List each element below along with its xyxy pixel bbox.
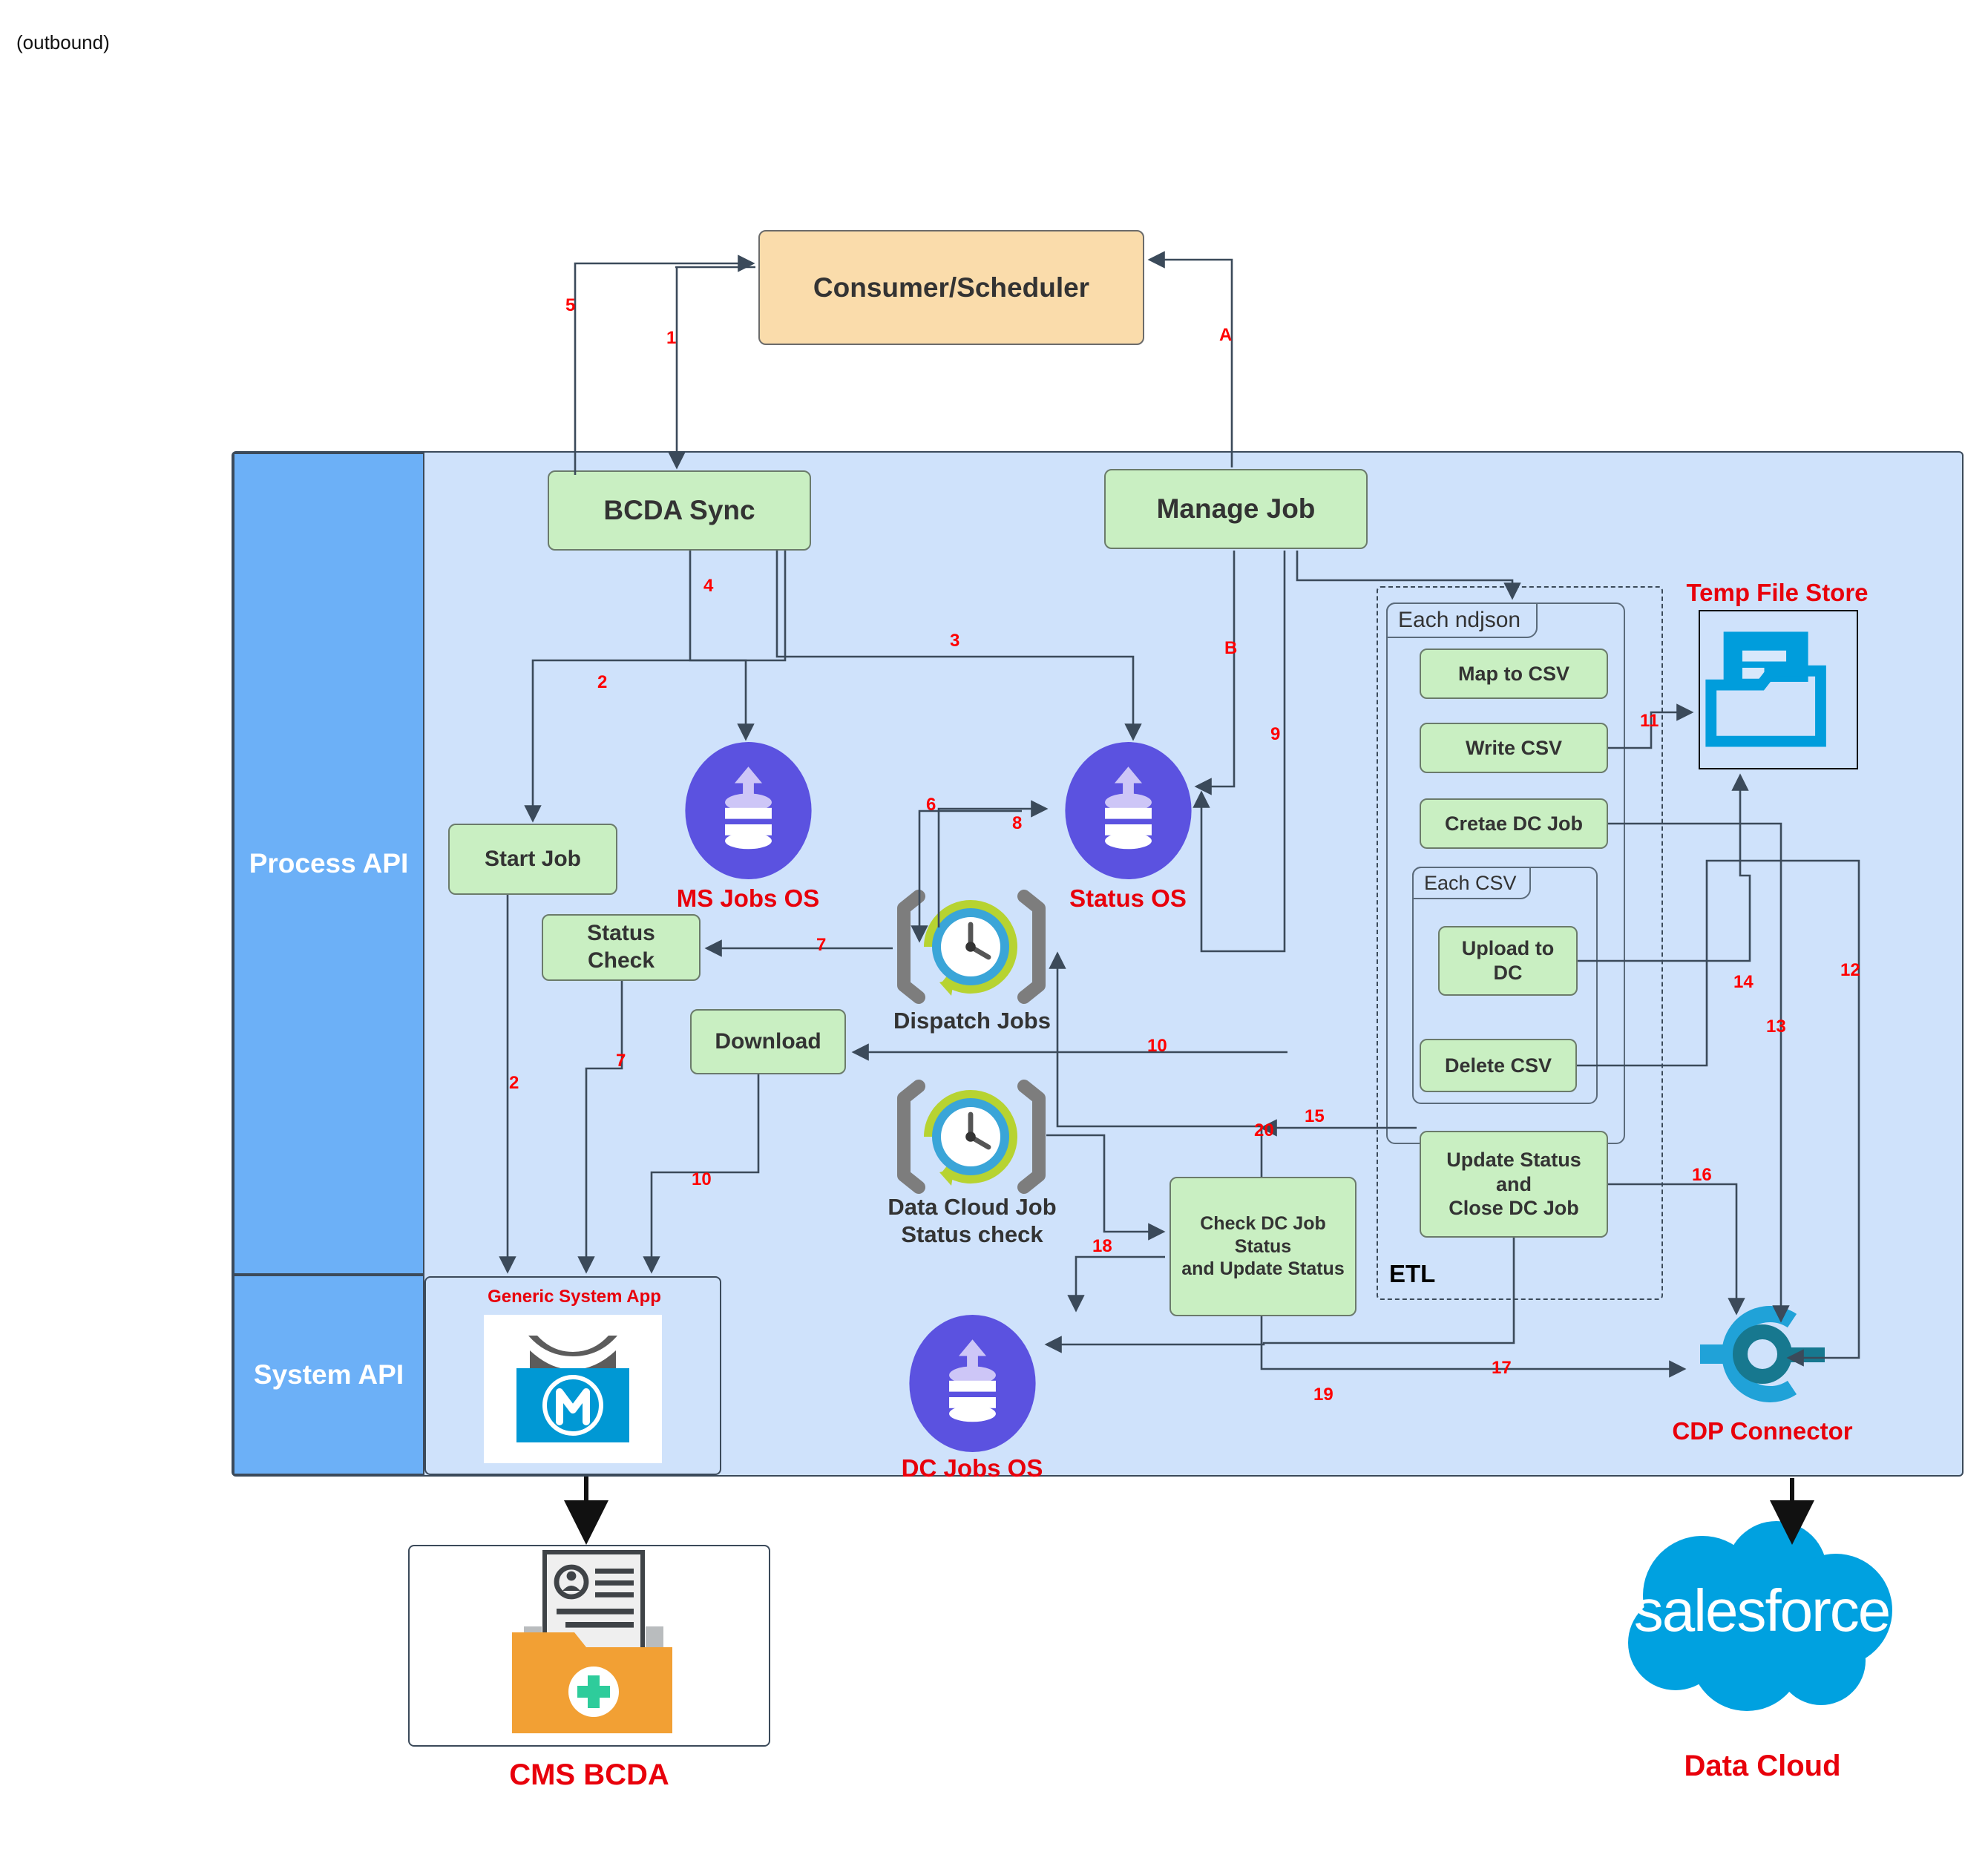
consumer-scheduler-label: Consumer/Scheduler	[813, 272, 1090, 303]
cdp-connector-label: CDP Connector	[1672, 1417, 1853, 1445]
node-bcda-sync[interactable]: BCDA Sync	[548, 470, 811, 551]
group-each-ndjson-label: Each ndjson	[1398, 608, 1521, 632]
data-cloud-label: Data Cloud	[1684, 1750, 1841, 1782]
node-write-csv-label: Write CSV	[1465, 736, 1563, 759]
temp-file-store-node[interactable]	[1699, 610, 1858, 769]
diagram-canvas: (outbound) Process API System API Consum…	[0, 0, 1988, 1852]
generic-system-app-frame: Generic System App	[424, 1276, 721, 1475]
cms-bcda-node[interactable]	[408, 1545, 770, 1747]
edge-label-11: 11	[1640, 711, 1659, 731]
scheduler-dc-job-status-check[interactable]	[895, 1077, 1048, 1200]
node-status-check-label: Status Check	[587, 921, 655, 973]
edge-label-B: B	[1224, 638, 1238, 658]
band-process-api: Process API	[233, 453, 424, 1275]
node-download[interactable]: Download	[690, 1009, 846, 1074]
group-each-csv-tab: Each CSV	[1412, 867, 1531, 899]
object-store-dc-jobs-os-label: DC Jobs OS	[901, 1454, 1043, 1482]
node-check-dc-job-status[interactable]: Check DC Job Status and Update Status	[1169, 1177, 1357, 1316]
edge-label-6: 6	[926, 795, 936, 815]
cdp-connector-node[interactable]	[1688, 1306, 1837, 1406]
mulesoft-icon	[516, 1336, 629, 1442]
object-store-icon	[1065, 742, 1192, 879]
node-delete-csv[interactable]: Delete CSV	[1420, 1039, 1577, 1092]
edge-label-17: 17	[1492, 1358, 1512, 1378]
object-store-icon	[909, 1315, 1036, 1452]
edge-label-19: 19	[1313, 1385, 1333, 1405]
object-store-dc-jobs-os[interactable]	[904, 1315, 1041, 1456]
edge-label-12: 12	[1840, 960, 1860, 980]
scheduler-dc-job-status-check-label: Data Cloud Job Status check	[888, 1194, 1057, 1248]
node-manage-job[interactable]: Manage Job	[1104, 469, 1368, 549]
band-system-api: System API	[233, 1275, 424, 1475]
object-store-ms-jobs-os-label: MS Jobs OS	[676, 884, 820, 912]
object-store-status-os-label: Status OS	[1069, 884, 1187, 912]
data-cloud-node[interactable]: salesforce	[1610, 1506, 1915, 1733]
node-map-to-csv-label: Map to CSV	[1457, 662, 1569, 685]
edge-label-20: 20	[1254, 1120, 1274, 1140]
svg-text:salesforce: salesforce	[1634, 1577, 1890, 1644]
scheduler-dispatch-jobs[interactable]	[895, 887, 1048, 1010]
node-check-dc-job-status-label: Check DC Job Status and Update Status	[1181, 1213, 1345, 1280]
edge-label-1: 1	[666, 328, 677, 348]
salesforce-cloud-icon: salesforce	[1628, 1521, 1892, 1711]
node-upload-to-dc-label: Upload to DC	[1461, 937, 1555, 984]
edge-label-2b: 2	[509, 1073, 519, 1093]
cdp-connector-icon	[1700, 1306, 1825, 1402]
node-delete-csv-label: Delete CSV	[1444, 1054, 1552, 1077]
band-process-api-label: Process API	[249, 848, 409, 879]
node-update-status-close-dc-job-label: Update Status and Close DC Job	[1446, 1148, 1581, 1220]
node-create-dc-job-label: Cretae DC Job	[1444, 812, 1584, 835]
node-create-dc-job[interactable]: Cretae DC Job	[1420, 798, 1608, 849]
node-map-to-csv[interactable]: Map to CSV	[1420, 648, 1608, 699]
clock-scheduler-icon	[897, 1080, 1046, 1194]
edge-label-4: 4	[703, 576, 714, 596]
edge-label-9: 9	[1270, 724, 1281, 744]
node-download-label: Download	[715, 1028, 821, 1054]
edge-label-7b: 7	[616, 1051, 626, 1071]
temp-file-store-label: Temp File Store	[1686, 579, 1869, 606]
edge-label-10: 10	[1147, 1036, 1167, 1056]
scheduler-dispatch-jobs-label: Dispatch Jobs	[893, 1008, 1051, 1034]
cms-bcda-label: CMS BCDA	[509, 1759, 669, 1791]
mulesoft-app-card[interactable]	[484, 1315, 662, 1463]
edge-label-5: 5	[565, 295, 576, 315]
node-start-job[interactable]: Start Job	[448, 824, 617, 895]
edge-label-A: A	[1219, 325, 1233, 345]
group-each-ndjson-tab: Each ndjson	[1386, 602, 1538, 638]
object-store-ms-jobs-os[interactable]	[680, 742, 817, 883]
edge-label-13: 13	[1766, 1017, 1786, 1037]
node-upload-to-dc[interactable]: Upload to DC	[1438, 926, 1578, 996]
consumer-scheduler-node[interactable]: Consumer/Scheduler	[758, 230, 1144, 345]
edge-label-7: 7	[816, 935, 827, 955]
node-manage-job-label: Manage Job	[1156, 493, 1316, 525]
patient-record-folder-icon	[512, 1550, 672, 1733]
edge-label-3: 3	[950, 631, 960, 651]
edge-label-16: 16	[1692, 1165, 1712, 1185]
edge-label-10b: 10	[692, 1169, 712, 1189]
edge-label-2: 2	[597, 672, 608, 692]
node-bcda-sync-label: BCDA Sync	[603, 495, 755, 526]
edge-label-8: 8	[1012, 813, 1023, 833]
edge-label-14: 14	[1733, 972, 1754, 992]
outbound-note: (outbound)	[16, 31, 110, 53]
generic-system-app-label: Generic System App	[488, 1287, 661, 1307]
node-write-csv[interactable]: Write CSV	[1420, 723, 1608, 773]
object-store-icon	[685, 742, 812, 879]
folder-file-icon	[1705, 631, 1826, 747]
clock-scheduler-icon	[897, 890, 1046, 1004]
edge-label-15: 15	[1305, 1106, 1325, 1126]
etl-frame-label: ETL	[1389, 1260, 1436, 1287]
edge-label-18: 18	[1092, 1236, 1112, 1256]
group-each-csv-label: Each CSV	[1424, 871, 1517, 894]
node-update-status-close-dc-job[interactable]: Update Status and Close DC Job	[1420, 1131, 1608, 1238]
node-status-check[interactable]: Status Check	[542, 914, 701, 981]
object-store-status-os[interactable]	[1060, 742, 1197, 883]
node-start-job-label: Start Job	[484, 846, 582, 871]
band-system-api-label: System API	[253, 1359, 404, 1390]
